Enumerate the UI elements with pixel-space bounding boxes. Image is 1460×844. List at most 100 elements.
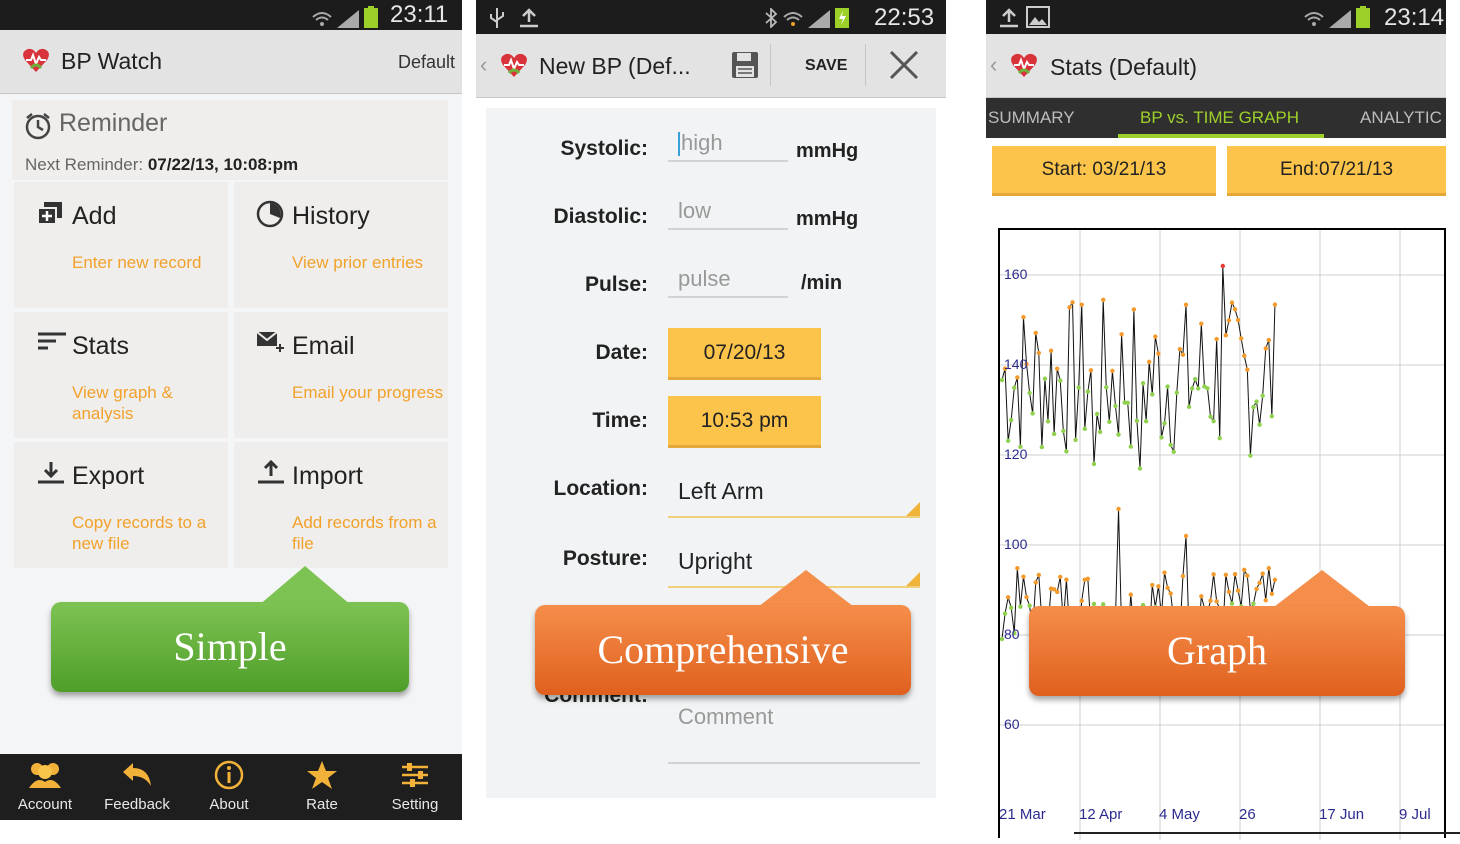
save-disk-icon[interactable] xyxy=(730,50,760,80)
back-chevron-icon[interactable]: ‹ xyxy=(990,52,997,78)
start-date-button[interactable]: Start: 03/21/13 xyxy=(992,146,1216,196)
bp-data-point xyxy=(1245,367,1250,372)
end-date-button[interactable]: End:07/21/13 xyxy=(1227,146,1446,196)
close-icon[interactable] xyxy=(888,49,920,81)
bp-data-point xyxy=(1067,305,1072,310)
bp-data-point xyxy=(1251,404,1256,410)
bp-data-point xyxy=(1180,573,1186,579)
location-spinner[interactable]: Left Arm xyxy=(668,470,920,518)
bp-data-point xyxy=(1045,419,1051,424)
bp-data-point xyxy=(1094,411,1100,417)
tab-analytic[interactable]: ANALYTIC xyxy=(1360,108,1442,128)
bp-data-point xyxy=(1223,333,1229,338)
export-icon xyxy=(38,462,64,484)
bp-data-point xyxy=(1128,444,1133,449)
tab-bp-vs-time-graph[interactable]: BP vs. TIME GRAPH xyxy=(1140,108,1299,128)
x-tick-label: 9 Jul xyxy=(1399,806,1431,823)
pulse-input[interactable]: pulse xyxy=(668,262,788,298)
bp-data-point xyxy=(1183,533,1189,539)
bp-data-point xyxy=(1002,611,1008,616)
bp-data-point xyxy=(1125,400,1130,405)
history-tile[interactable]: History View prior entries xyxy=(234,182,448,308)
tile-title: History xyxy=(292,202,370,230)
profile-selector[interactable]: Default xyxy=(398,52,455,73)
action-bar: ‹ New BP (Def... SAVE xyxy=(476,34,946,98)
stats-tile[interactable]: Stats View graph & analysis xyxy=(14,312,228,438)
next-reminder-label: Next Reminder: xyxy=(25,155,144,174)
callout-pointer xyxy=(1270,570,1374,610)
image-icon xyxy=(1026,6,1050,28)
usb-icon xyxy=(490,8,504,28)
add-tile[interactable]: Add Enter new record xyxy=(14,182,228,308)
bp-data-point xyxy=(1156,584,1161,589)
phone-screen-graph: 23:14 ‹ Stats (Default) SUMMARY BP vs. T… xyxy=(986,0,1460,844)
bp-data-point xyxy=(1199,594,1204,599)
bp-data-point xyxy=(1042,376,1048,381)
bp-data-point xyxy=(1150,582,1155,588)
bp-data-point xyxy=(1079,302,1084,307)
app-heart-logo-icon[interactable] xyxy=(1010,51,1038,79)
nav-about[interactable]: About xyxy=(184,760,274,813)
bp-data-point xyxy=(1260,571,1265,576)
bp-data-point xyxy=(1128,592,1133,597)
comment-input[interactable]: Comment xyxy=(668,700,920,764)
bp-data-point xyxy=(1107,419,1112,425)
systolic-input[interactable]: high xyxy=(668,126,788,162)
diastolic-input[interactable]: low xyxy=(668,194,788,230)
bp-data-point xyxy=(1232,307,1238,312)
bp-time-chart xyxy=(998,228,1446,840)
reminder-panel[interactable]: Reminder Next Reminder: 07/22/13, 10:08:… xyxy=(12,100,448,180)
bp-data-point xyxy=(1150,392,1155,397)
export-tile[interactable]: Export Copy records to a new file xyxy=(14,442,228,568)
battery-charging-icon xyxy=(835,8,849,28)
signal-icon xyxy=(1329,10,1351,28)
y-tick-label: 140 xyxy=(1004,356,1028,372)
bp-data-point xyxy=(1242,353,1247,358)
bp-data-point xyxy=(1088,368,1094,373)
import-tile[interactable]: Import Add records from a file xyxy=(234,442,448,568)
bp-data-point xyxy=(1208,414,1213,419)
nav-rate[interactable]: Rate xyxy=(277,760,367,813)
status-icons xyxy=(1304,6,1370,28)
x-tick-label: 26 xyxy=(1239,806,1256,823)
save-button[interactable]: SAVE xyxy=(805,57,847,75)
bp-data-point xyxy=(1183,302,1189,307)
systolic-placeholder: high xyxy=(681,130,723,155)
tab-summary[interactable]: SUMMARY xyxy=(988,108,1075,128)
time-picker-button[interactable]: 10:53 pm xyxy=(668,396,821,448)
date-picker-button[interactable]: 07/20/13 xyxy=(668,328,821,380)
bluetooth-icon xyxy=(765,8,778,28)
settings-icon xyxy=(402,763,428,787)
bp-data-point xyxy=(1036,572,1041,578)
app-heart-logo-icon[interactable] xyxy=(500,51,528,79)
stats-tabs: SUMMARY BP vs. TIME GRAPH ANALYTIC xyxy=(986,98,1446,138)
bp-data-point xyxy=(1134,418,1140,424)
bp-data-point xyxy=(1214,336,1219,342)
nav-account[interactable]: Account xyxy=(0,760,90,813)
bp-data-point xyxy=(1000,377,1005,383)
nav-label: Account xyxy=(17,796,73,813)
bp-data-point xyxy=(1168,442,1173,448)
bp-data-point xyxy=(1116,506,1121,512)
bp-data-point xyxy=(1033,580,1038,585)
app-heart-logo-icon[interactable] xyxy=(22,46,50,74)
signal-icon xyxy=(808,10,830,28)
nav-feedback[interactable]: Feedback xyxy=(92,760,182,813)
y-tick-label: 160 xyxy=(1004,266,1028,282)
tile-title: Export xyxy=(72,462,145,490)
bp-data-point xyxy=(1110,368,1115,374)
diastolic-unit: mmHg xyxy=(796,208,859,230)
email-tile[interactable]: Email Email your progress xyxy=(234,312,448,438)
tile-title: Email xyxy=(292,332,355,360)
bp-data-point xyxy=(1180,352,1186,357)
bp-data-point xyxy=(1082,426,1087,432)
bp-data-point xyxy=(1055,366,1060,371)
tile-subtitle: View prior entries xyxy=(292,253,424,272)
bp-data-point xyxy=(1015,375,1020,380)
upload-icon xyxy=(1000,8,1018,28)
back-chevron-icon[interactable]: ‹ xyxy=(480,52,487,78)
bp-data-point xyxy=(1131,307,1137,312)
nav-setting[interactable]: Setting xyxy=(370,760,460,813)
bp-data-point xyxy=(1097,429,1103,435)
bp-data-point xyxy=(1177,346,1183,352)
